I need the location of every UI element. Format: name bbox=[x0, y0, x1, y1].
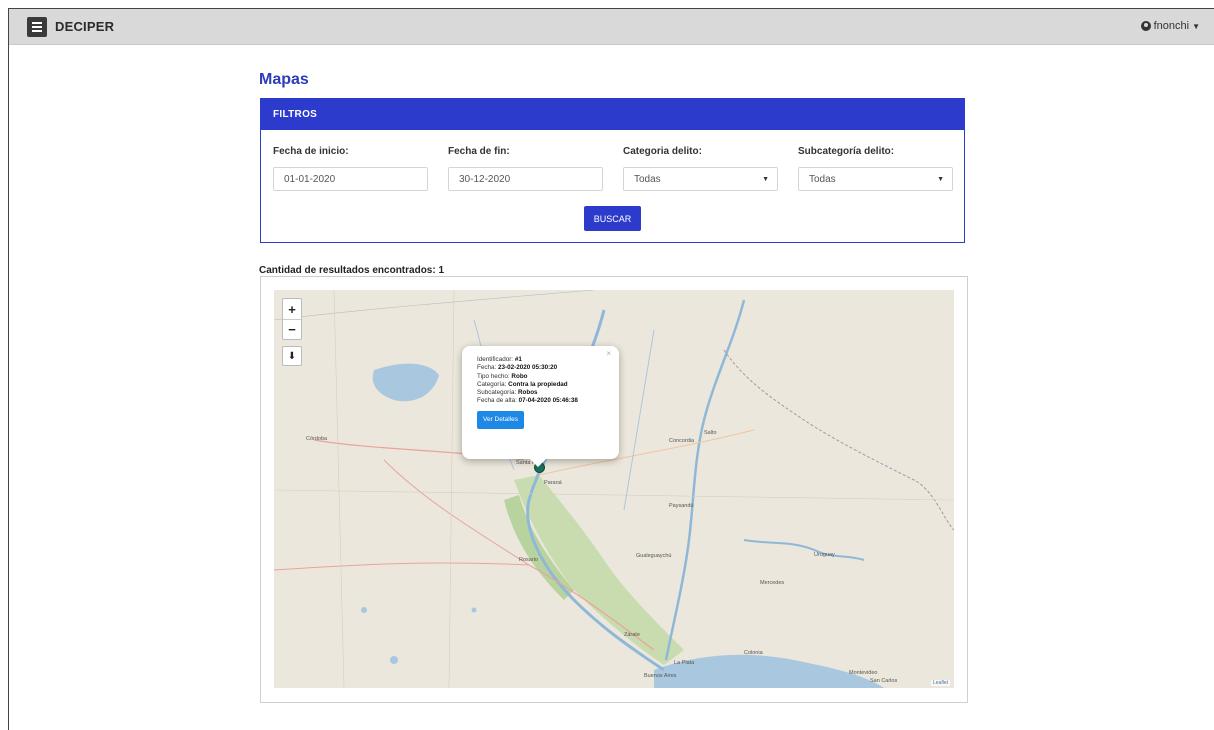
category-select[interactable]: Todas ▼ bbox=[623, 167, 778, 191]
subcategory-select-value: Todas bbox=[809, 174, 836, 185]
zoom-in-button[interactable]: + bbox=[283, 299, 301, 319]
popup-subcategoria-row: Subcategoría: Robos bbox=[477, 389, 609, 397]
start-date-input[interactable]: 01-01-2020 bbox=[273, 167, 428, 191]
popup-id-row: Identificador: #1 bbox=[477, 356, 609, 364]
app-brand: DECIPER bbox=[55, 19, 115, 34]
popup-categoria-value: Contra la propiedad bbox=[508, 380, 568, 388]
chevron-down-icon: ▼ bbox=[937, 176, 944, 183]
popup-categoria-row: Categoría: Contra la propiedad bbox=[477, 381, 609, 389]
close-icon[interactable]: × bbox=[606, 349, 611, 358]
chevron-down-icon: ▼ bbox=[762, 176, 769, 183]
subcategory-field: Subcategoría delito: Todas ▼ bbox=[798, 146, 953, 191]
popup-fecha-label: Fecha: bbox=[477, 364, 497, 372]
end-date-field: Fecha de fin: 30-12-2020 bbox=[448, 146, 603, 191]
app-frame: DECIPER fnonchi ▼ Mapas FILTROS Fecha de… bbox=[8, 8, 1214, 730]
map-attribution[interactable]: Leaflet bbox=[930, 680, 950, 686]
map-label-buenos-aires: Buenos Aires bbox=[644, 673, 677, 679]
popup-subcategoria-label: Subcategoría: bbox=[477, 389, 517, 397]
filters-header: FILTROS bbox=[261, 99, 964, 130]
map-label-colonia: Colonia bbox=[744, 650, 763, 656]
end-date-label: Fecha de fin: bbox=[448, 146, 510, 157]
map-label-cordoba: Córdoba bbox=[306, 436, 328, 442]
download-button[interactable]: ⬇ bbox=[282, 346, 302, 366]
category-field: Categoria delito: Todas ▼ bbox=[623, 146, 778, 191]
map-label-montevideo: Montevideo bbox=[849, 670, 878, 676]
filters-card: FILTROS Fecha de inicio: 01-01-2020 Fech… bbox=[260, 98, 965, 243]
popup-categoria-label: Categoría: bbox=[477, 380, 507, 388]
popup-alta-label: Fecha de alta: bbox=[477, 397, 517, 405]
popup-alta-value: 07-04-2020 05:46:38 bbox=[518, 397, 578, 405]
map-label-salto: Salto bbox=[704, 430, 717, 436]
results-count: Cantidad de resultados encontrados: 1 bbox=[259, 265, 445, 276]
user-circle-icon bbox=[1140, 21, 1151, 31]
map-label-la-plata: La Plata bbox=[674, 660, 695, 666]
category-select-value: Todas bbox=[634, 174, 661, 185]
map-label-zarate: Zárate bbox=[624, 632, 640, 638]
subcategory-label: Subcategoría delito: bbox=[798, 146, 895, 157]
popup-subcategoria-value: Robos bbox=[517, 389, 538, 397]
map-popup: × Identificador: #1 Fecha: 23-02-2020 05… bbox=[462, 346, 619, 467]
map-view[interactable]: Córdoba Santa Fe Rosario Buenos Aires Ur… bbox=[274, 290, 954, 688]
map-label-concordia: Concordia bbox=[669, 438, 695, 444]
popup-tipo-row: Tipo hecho: Robo bbox=[477, 373, 609, 381]
download-icon: ⬇ bbox=[287, 350, 297, 362]
popup-tipo-label: Tipo hecho: bbox=[477, 372, 510, 380]
popup-fecha-row: Fecha: 23-02-2020 05:30:20 bbox=[477, 364, 609, 372]
popup-tipo-value: Robo bbox=[511, 372, 528, 380]
view-details-button[interactable]: Ver Detalles bbox=[477, 410, 525, 430]
subcategory-select[interactable]: Todas ▼ bbox=[798, 167, 953, 191]
start-date-field: Fecha de inicio: 01-01-2020 bbox=[273, 146, 428, 191]
search-button[interactable]: BUSCAR bbox=[584, 206, 641, 231]
start-date-label: Fecha de inicio: bbox=[273, 146, 349, 157]
top-navbar: DECIPER fnonchi ▼ bbox=[9, 9, 1214, 45]
map-label-paysandu: Paysandú bbox=[669, 503, 694, 509]
map-label-uruguay: Uruguay bbox=[814, 552, 835, 558]
zoom-control: + − bbox=[282, 298, 302, 340]
popup-id-value: #1 bbox=[514, 356, 522, 363]
hamburger-icon bbox=[32, 22, 42, 24]
username: fnonchi bbox=[1153, 20, 1190, 32]
popup-alta-row: Fecha de alta: 07-04-2020 05:46:38 bbox=[477, 397, 609, 405]
map-label-mercedes: Mercedes bbox=[760, 580, 785, 586]
map-card: Córdoba Santa Fe Rosario Buenos Aires Ur… bbox=[260, 276, 968, 703]
user-menu[interactable]: fnonchi ▼ bbox=[1140, 20, 1200, 32]
map-label-parana: Paraná bbox=[544, 480, 562, 486]
caret-down-icon: ▼ bbox=[1192, 21, 1200, 31]
hamburger-icon-line bbox=[32, 30, 42, 32]
menu-toggle-button[interactable] bbox=[27, 17, 47, 37]
map-label-san-carlos: San Carlos bbox=[870, 678, 898, 684]
page-title: Mapas bbox=[259, 71, 309, 88]
category-label: Categoria delito: bbox=[623, 146, 702, 157]
popup-id-label: Identificador: bbox=[477, 356, 514, 363]
popup-fecha-value: 23-02-2020 05:30:20 bbox=[498, 364, 558, 372]
end-date-input[interactable]: 30-12-2020 bbox=[448, 167, 603, 191]
map-label-rosario: Rosario bbox=[519, 557, 538, 563]
map-label-gualeguaychu: Gualeguaychú bbox=[636, 553, 672, 559]
hamburger-icon-line bbox=[32, 26, 42, 28]
zoom-out-button[interactable]: − bbox=[283, 319, 301, 339]
